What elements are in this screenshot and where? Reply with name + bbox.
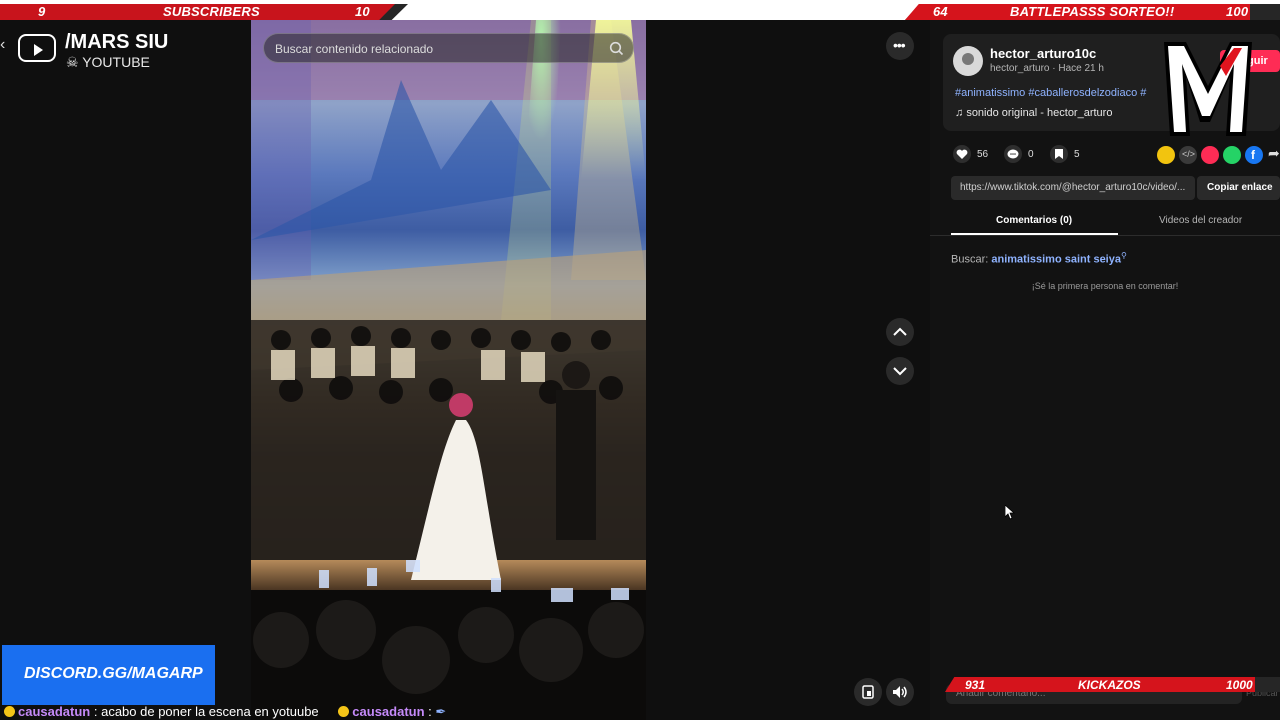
more-options-button[interactable]: ••• <box>886 32 914 60</box>
post-username[interactable]: hector_arturo10c <box>990 46 1096 61</box>
picture-in-picture-button[interactable] <box>854 678 882 706</box>
kick-goal-target: 1000 <box>1226 678 1253 692</box>
like-count: 56 <box>977 149 989 160</box>
subscriber-goal-label: SUBSCRIBERS <box>163 4 260 19</box>
video-url-field[interactable]: https://www.tiktok.com/@hector_arturo10c… <box>951 176 1195 200</box>
embed-share-icon[interactable] <box>1157 146 1175 164</box>
video-player[interactable] <box>251 20 646 720</box>
comment-count: 0 <box>1028 149 1034 160</box>
comment-search-suggestion[interactable]: Buscar: animatissimo saint seiya⚲ <box>951 251 1127 266</box>
chat-emote-icon: ✒ <box>435 704 447 719</box>
tab-creator-videos-label: Videos del creador <box>1159 215 1243 226</box>
embed-code-icon[interactable]: </> <box>1179 146 1197 164</box>
post-sound[interactable]: ♫ sonido original - hector_arturo <box>955 107 1112 119</box>
m-logo-icon <box>1164 42 1252 136</box>
kick-goal-current: 931 <box>965 678 986 692</box>
search-suggestion-icon: ⚲ <box>1120 251 1127 260</box>
post-meta: hector_arturo · Hace 21 h <box>990 63 1104 74</box>
save-count: 5 <box>1074 149 1080 160</box>
heart-icon <box>953 145 971 163</box>
battlepass-goal-current: 64 <box>933 4 948 19</box>
share-arrow-icon[interactable]: ➦ <box>1268 145 1280 162</box>
tab-comments-label: Comentarios (0) <box>996 215 1073 226</box>
chat-badge-icon <box>338 706 350 717</box>
speaker-icon <box>893 686 907 698</box>
more-dots-icon: ••• <box>893 37 906 53</box>
chat-ticker: causadatun : acabo de poner la escena en… <box>0 704 640 720</box>
bookmark-icon <box>1050 145 1068 163</box>
volume-button[interactable] <box>886 678 914 706</box>
battlepass-goal-target: 100 <box>1226 4 1249 19</box>
skull-icon: ☠ <box>66 54 79 70</box>
subscriber-goal-current: 9 <box>38 4 46 19</box>
related-search-input[interactable]: Buscar contenido relacionado <box>263 33 634 63</box>
music-note-icon: ♫ <box>955 107 964 119</box>
subscriber-goal-target: 10 <box>355 4 370 19</box>
next-video-button[interactable] <box>886 357 914 385</box>
comment-bubble-icon <box>1004 145 1022 163</box>
no-comments-message: ¡Sé la primera persona en comentar! <box>1031 281 1179 291</box>
video-url-text: https://www.tiktok.com/@hector_arturo10c… <box>960 182 1186 193</box>
discord-invite-text: DISCORD.GG/MAGARP <box>24 665 203 682</box>
like-button[interactable] <box>951 145 973 163</box>
tab-comments[interactable]: Comentarios (0) <box>951 210 1118 234</box>
related-search-placeholder: Buscar contenido relacionado <box>275 42 434 56</box>
channel-platform-label: YOUTUBE <box>82 54 150 70</box>
save-button[interactable] <box>1048 145 1070 163</box>
chat-message: : <box>428 704 432 719</box>
youtube-play-icon <box>18 34 56 62</box>
whatsapp-icon[interactable] <box>1223 146 1241 164</box>
chat-badge-icon <box>4 706 15 717</box>
copy-link-label: Copiar enlace <box>1207 182 1273 193</box>
channel-platform: ☠ YOUTUBE <box>66 54 150 71</box>
avatar[interactable] <box>953 46 983 76</box>
discord-banner: DISCORD.GG/MAGARP <box>2 645 215 705</box>
send-to-friends-icon[interactable] <box>1201 146 1219 164</box>
kick-goal-label: KICKAZOS <box>1078 678 1141 692</box>
comment-button[interactable] <box>1002 145 1024 163</box>
post-sound-label: sonido original - hector_arturo <box>966 107 1113 119</box>
chevron-down-icon <box>893 367 907 376</box>
chevron-up-icon <box>893 327 907 336</box>
concert-scene-image <box>251 20 646 720</box>
comment-search-prefix: Buscar: <box>951 253 989 266</box>
back-arrow-icon[interactable]: ‹ <box>0 36 10 56</box>
streamer-logo <box>1160 36 1256 142</box>
avatar-head-icon <box>962 53 974 65</box>
copy-link-button[interactable]: Copiar enlace <box>1197 176 1280 200</box>
previous-video-button[interactable] <box>886 318 914 346</box>
post-hashtags[interactable]: #animatissimo #caballerosdelzodiaco # <box>955 87 1146 99</box>
tabs-divider <box>930 235 1280 236</box>
channel-name: /MARS SIU <box>65 31 169 53</box>
tab-creator-videos[interactable]: Videos del creador <box>1118 210 1280 234</box>
mouse-cursor-icon <box>1005 505 1015 520</box>
search-icon[interactable] <box>609 41 624 56</box>
floating-player-icon <box>862 685 874 699</box>
battlepass-goal-label: BATTLEPASSS SORTEO!! <box>1010 4 1175 19</box>
chat-username: causadatun <box>18 704 91 719</box>
facebook-icon[interactable]: f <box>1245 146 1263 164</box>
chat-message: : acabo de poner la escena en yotuube <box>93 704 319 719</box>
chat-username: causadatun <box>352 704 425 719</box>
comment-search-term: animatissimo saint seiya <box>991 253 1121 266</box>
